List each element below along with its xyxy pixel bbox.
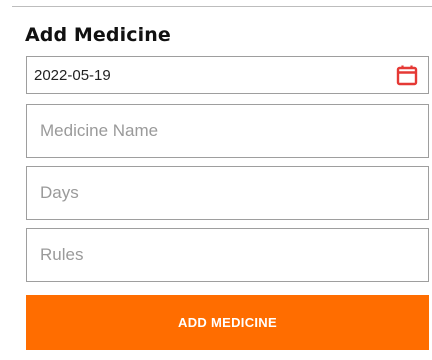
calendar-icon[interactable] bbox=[396, 64, 418, 86]
medicine-name-input[interactable] bbox=[27, 105, 428, 157]
add-medicine-screen: Add Medicine 2022-05-19 ADD MEDICINE bbox=[0, 0, 432, 360]
days-input[interactable] bbox=[27, 167, 428, 219]
days-field[interactable] bbox=[26, 166, 429, 220]
rules-field[interactable] bbox=[26, 228, 429, 282]
medicine-name-field[interactable] bbox=[26, 104, 429, 158]
add-medicine-button[interactable]: ADD MEDICINE bbox=[26, 295, 429, 350]
top-divider bbox=[12, 6, 432, 7]
rules-input[interactable] bbox=[27, 229, 428, 281]
date-field[interactable]: 2022-05-19 bbox=[26, 56, 429, 94]
date-value: 2022-05-19 bbox=[34, 67, 111, 84]
page-title: Add Medicine bbox=[25, 24, 171, 46]
